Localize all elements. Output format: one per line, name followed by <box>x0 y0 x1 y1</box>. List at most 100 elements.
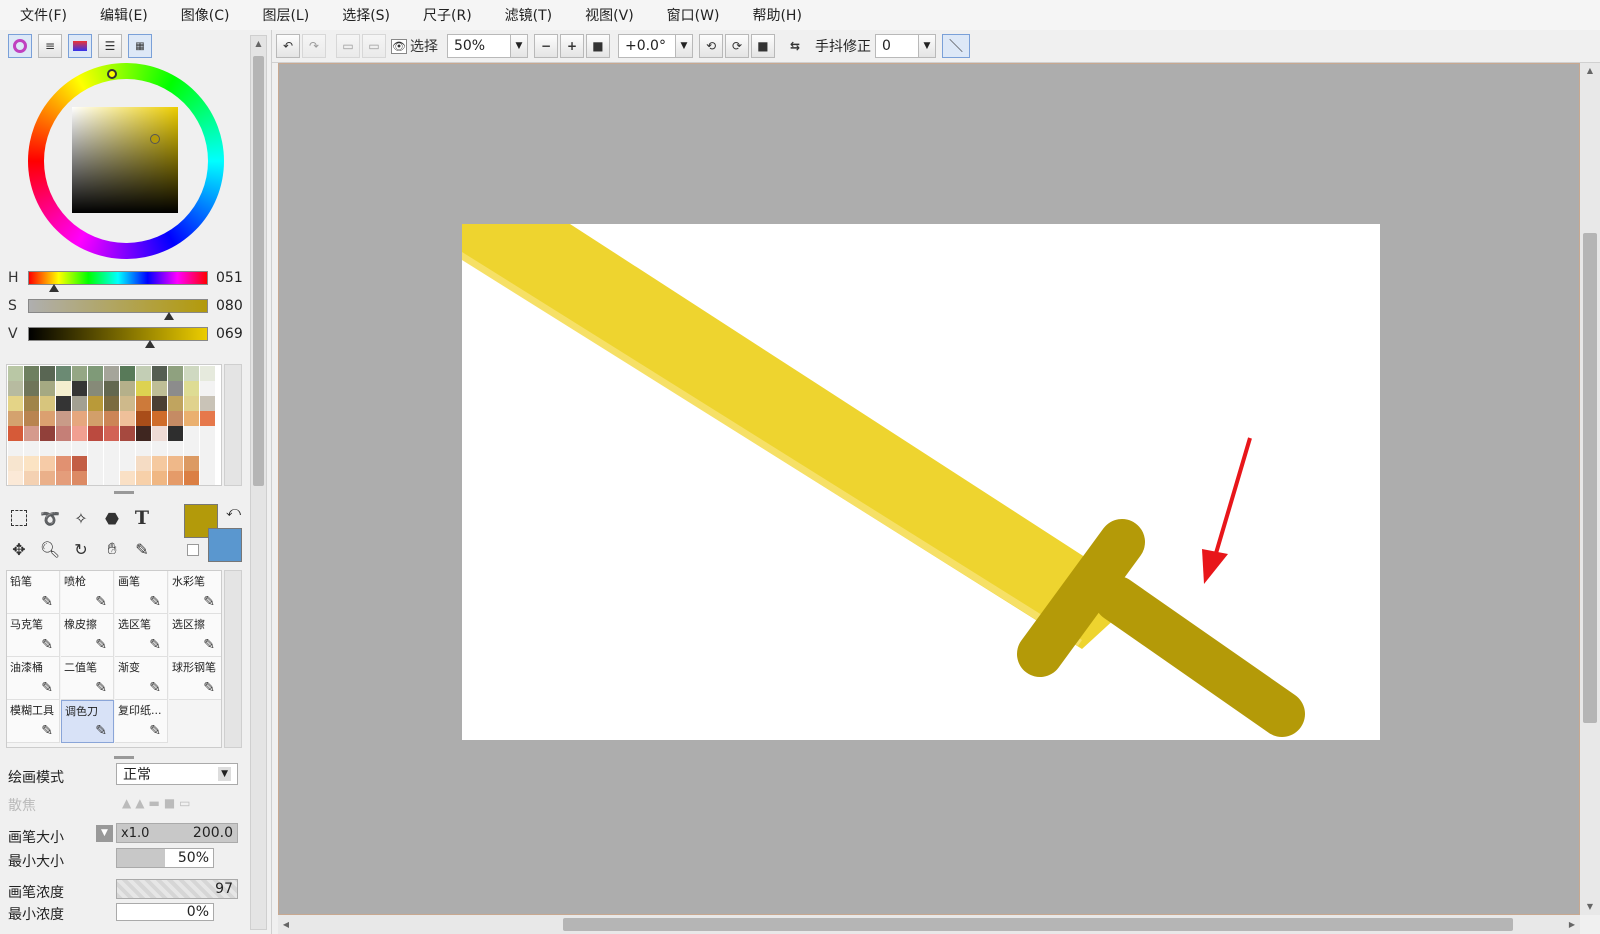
shape-triangle-icon[interactable]: ▲ <box>122 796 131 810</box>
canvas-horizontal-thumb[interactable] <box>563 918 1513 931</box>
line-mode-button[interactable]: ＼ <box>941 34 970 58</box>
palette-swatch[interactable] <box>152 441 167 456</box>
menu-item-9[interactable]: 帮助(H) <box>752 5 801 25</box>
palette-swatch[interactable] <box>200 456 215 471</box>
rotation-dropdown[interactable]: ▼ <box>674 34 693 58</box>
palette-swatch[interactable] <box>40 456 55 471</box>
palette-swatch[interactable] <box>184 381 199 396</box>
palette-swatch[interactable] <box>8 441 23 456</box>
menu-item-2[interactable]: 图像(C) <box>181 5 230 25</box>
sv-marker[interactable] <box>150 134 160 144</box>
palette-swatch[interactable] <box>200 411 215 426</box>
palette-swatch[interactable] <box>56 456 71 471</box>
palette-swatch[interactable] <box>136 366 151 381</box>
palette-swatch[interactable] <box>120 441 135 456</box>
brush-grid-scrollbar[interactable] <box>224 570 242 748</box>
brush-slot-14[interactable]: 复印纸... ✎ <box>115 700 168 743</box>
brush-slot-9[interactable]: 二值笔 ✎ <box>61 657 114 700</box>
palette-swatch[interactable] <box>40 381 55 396</box>
palette-swatch[interactable] <box>104 411 119 426</box>
palette-swatch[interactable] <box>8 366 23 381</box>
hue-marker[interactable] <box>107 69 117 79</box>
palette-swatch[interactable] <box>88 381 103 396</box>
palette-swatch[interactable] <box>184 441 199 456</box>
palette-swatch[interactable] <box>152 471 167 485</box>
hue-slider[interactable] <box>28 271 208 285</box>
saturation-value-square[interactable] <box>72 107 178 213</box>
palette-swatch[interactable] <box>8 456 23 471</box>
shape-rect-icon[interactable]: ▭ <box>179 796 190 810</box>
zoom-input[interactable]: 50% <box>446 34 511 58</box>
palette-swatch[interactable] <box>152 381 167 396</box>
hsv-slider-mode-button[interactable] <box>68 34 92 58</box>
left-panel-scroll-thumb[interactable] <box>253 56 264 486</box>
pane-splitter[interactable] <box>114 491 134 494</box>
palette-swatch[interactable] <box>152 366 167 381</box>
stabilizer-dropdown[interactable]: ▼ <box>917 34 936 58</box>
rotate-left-button[interactable]: ⟲ <box>698 34 723 58</box>
transparent-color-icon[interactable] <box>187 544 199 556</box>
swap-colors-icon[interactable]: ⤺ <box>226 504 241 520</box>
brush-size-slider[interactable]: x1.0 200.0 <box>116 823 238 843</box>
palette-swatch[interactable] <box>72 456 87 471</box>
palette-swatch[interactable] <box>72 411 87 426</box>
text-tool[interactable]: T <box>128 504 156 532</box>
palette-swatch[interactable] <box>104 441 119 456</box>
palette-swatch[interactable] <box>184 411 199 426</box>
zoom-dropdown[interactable]: ▼ <box>509 34 528 58</box>
palette-swatch[interactable] <box>184 396 199 411</box>
palette-swatch[interactable] <box>200 426 215 441</box>
palette-swatch[interactable] <box>168 366 183 381</box>
palette-swatch[interactable] <box>104 381 119 396</box>
palette-swatch[interactable] <box>200 441 215 456</box>
canvas-paper[interactable] <box>462 224 1380 740</box>
palette-swatch[interactable] <box>88 471 103 485</box>
min-density-slider[interactable]: 0% <box>116 903 214 921</box>
palette-swatch[interactable] <box>200 366 215 381</box>
flip-horizontal-button[interactable]: ⇆ <box>783 34 807 58</box>
deselect-button[interactable]: ▭ <box>336 34 360 58</box>
palette-swatch[interactable] <box>24 396 39 411</box>
stabilizer-input[interactable]: 0 <box>874 34 919 58</box>
brush-slot-10[interactable]: 渐变 ✎ <box>115 657 168 700</box>
palette-swatch[interactable] <box>24 366 39 381</box>
palette-swatch[interactable] <box>152 411 167 426</box>
menu-item-5[interactable]: 尺子(R) <box>423 5 472 25</box>
palette-swatch[interactable] <box>56 381 71 396</box>
canvas-vertical-scrollbar[interactable]: ▲ ▼ <box>1580 63 1600 915</box>
move-tool[interactable]: ✥ <box>5 535 33 563</box>
shape-flat-icon[interactable]: ▬ <box>148 796 159 810</box>
menu-item-7[interactable]: 视图(V) <box>585 5 634 25</box>
palette-swatch[interactable] <box>168 411 183 426</box>
brush-slot-6[interactable]: 选区笔 ✎ <box>115 614 168 657</box>
palette-swatch[interactable] <box>8 426 23 441</box>
brush-slot-3[interactable]: 水彩笔 ✎ <box>169 571 221 614</box>
palette-swatch[interactable] <box>56 426 71 441</box>
palette-swatch[interactable] <box>168 381 183 396</box>
brush-slot-4[interactable]: 马克笔 ✎ <box>7 614 60 657</box>
palette-swatch[interactable] <box>184 456 199 471</box>
rgb-slider-mode-button[interactable]: ≡ <box>38 34 62 58</box>
palette-swatch[interactable] <box>24 426 39 441</box>
palette-swatch[interactable] <box>8 471 23 485</box>
palette-swatch[interactable] <box>72 396 87 411</box>
zoom-reset-button[interactable]: ■ <box>585 34 610 58</box>
secondary-color-swatch[interactable] <box>208 528 242 562</box>
rotation-reset-button[interactable]: ■ <box>750 34 775 58</box>
menu-item-8[interactable]: 窗口(W) <box>667 5 720 25</box>
palette-swatch[interactable] <box>120 396 135 411</box>
shape-block-icon[interactable]: ■ <box>164 796 175 810</box>
brush-slot-8[interactable]: 油漆桶 ✎ <box>7 657 60 700</box>
palette-swatch[interactable] <box>8 396 23 411</box>
menu-item-4[interactable]: 选择(S) <box>342 5 390 25</box>
eyedropper-tool[interactable]: ✎ <box>128 535 156 563</box>
left-panel-scroll-up[interactable]: ▲ <box>251 36 266 52</box>
palette-swatch[interactable] <box>24 456 39 471</box>
menu-item-6[interactable]: 滤镜(T) <box>505 5 552 25</box>
palette-swatch[interactable] <box>88 426 103 441</box>
canvas-scroll-up[interactable]: ▲ <box>1580 63 1600 79</box>
palette-swatch[interactable] <box>120 411 135 426</box>
palette-swatch[interactable] <box>200 471 215 485</box>
palette-swatch[interactable] <box>120 471 135 485</box>
palette-swatch[interactable] <box>136 456 151 471</box>
